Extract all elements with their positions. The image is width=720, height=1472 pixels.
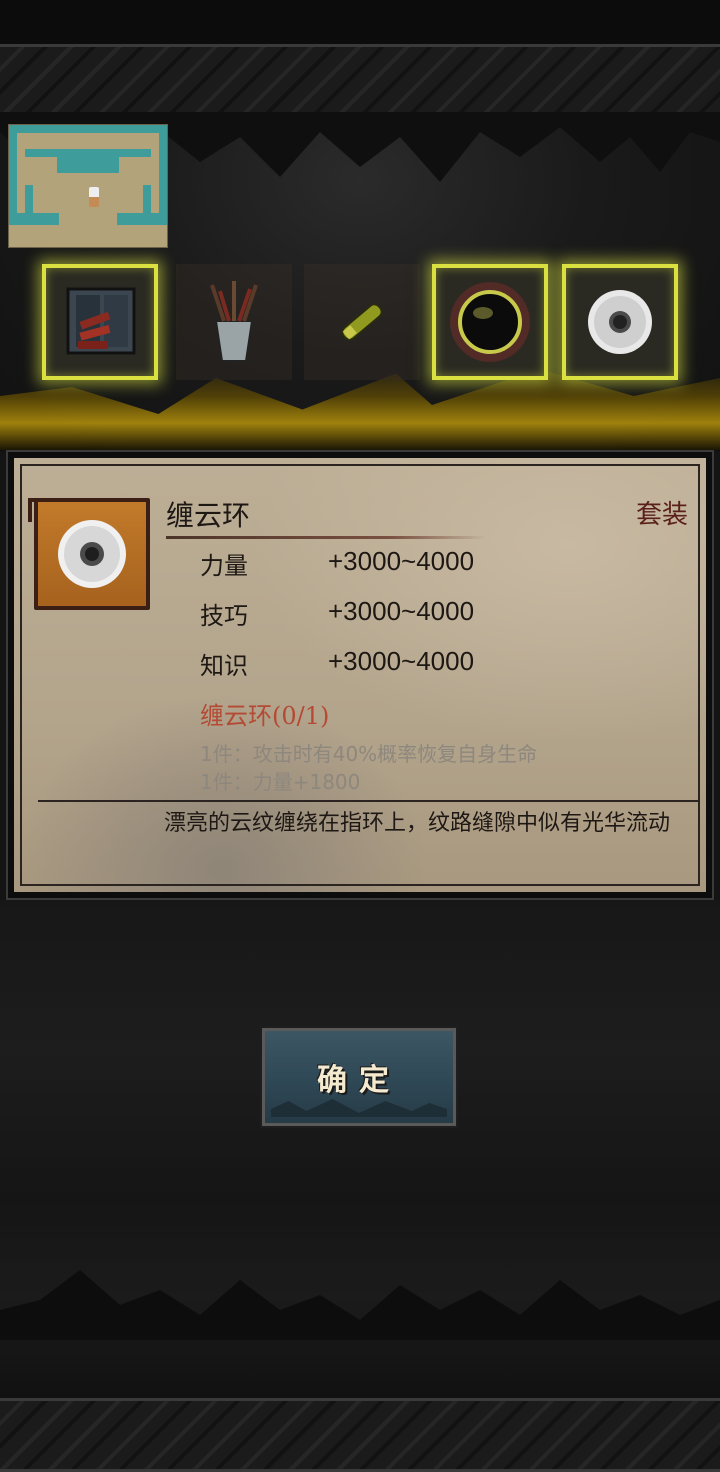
- item-name-underline: [166, 536, 486, 539]
- item-detail-panel: 缠云环 套装 力量 +3000~4000 技巧 +3000~4000 知识 +3…: [6, 450, 714, 900]
- stat-label: 知识: [200, 652, 248, 680]
- set-name: 缠云环(0/1): [200, 702, 330, 730]
- minimap-wall: [9, 125, 17, 225]
- stat-value: +3000~4000: [328, 646, 475, 676]
- top-status-bar: [0, 0, 720, 44]
- cloud-ring-icon: [58, 520, 126, 588]
- confirm-button[interactable]: 确定: [260, 1026, 458, 1128]
- inventory-slot-2[interactable]: [176, 264, 292, 380]
- set-bonus: 1件：力量+1800: [200, 770, 361, 794]
- minimap-wall: [25, 149, 57, 157]
- minimap-wall: [159, 125, 167, 225]
- item-description: 漂亮的云纹缠绕在指环上，纹路缝隙中似有光华流动: [164, 811, 671, 836]
- icon-frame-corner: [28, 498, 58, 522]
- description-divider: [38, 800, 698, 802]
- stat-value: +3000~4000: [328, 546, 475, 576]
- minimap-wall: [57, 149, 119, 173]
- minimap[interactable]: [8, 124, 168, 248]
- inventory-slot-5[interactable]: [562, 264, 678, 380]
- confirm-button-label: 确定: [317, 1063, 401, 1098]
- inventory-slot-4[interactable]: [432, 264, 548, 380]
- inventory-slot-3[interactable]: [304, 264, 420, 380]
- cup-of-arrows-icon: [210, 281, 258, 362]
- lower-cave-background: [0, 900, 720, 1398]
- minimap-wall: [143, 185, 151, 213]
- minimap-wall: [9, 213, 59, 225]
- set-bonus: 1件：攻击时有40%概率恢复自身生命: [200, 742, 538, 766]
- inventory-slot-1[interactable]: [42, 264, 158, 380]
- bottom-decorative-border: [0, 1398, 720, 1472]
- minimap-wall: [25, 185, 33, 213]
- item-icon-frame: [28, 498, 150, 610]
- scroll-icon: [341, 303, 383, 341]
- stat-label: 技巧: [200, 602, 248, 630]
- dark-orb-icon: [450, 282, 530, 362]
- minimap-wall: [119, 149, 151, 157]
- item-name: 缠云环: [166, 499, 251, 532]
- item-type-label: 套装: [635, 500, 688, 530]
- chest-of-dynamite-icon: [66, 287, 136, 355]
- cloud-ring-icon: [588, 290, 652, 354]
- player-marker-icon: [89, 187, 99, 207]
- top-decorative-border: [0, 44, 720, 118]
- stat-label: 力量: [200, 552, 248, 580]
- stat-value: +3000~4000: [328, 596, 475, 626]
- minimap-wall: [117, 213, 167, 225]
- minimap-wall: [9, 125, 167, 133]
